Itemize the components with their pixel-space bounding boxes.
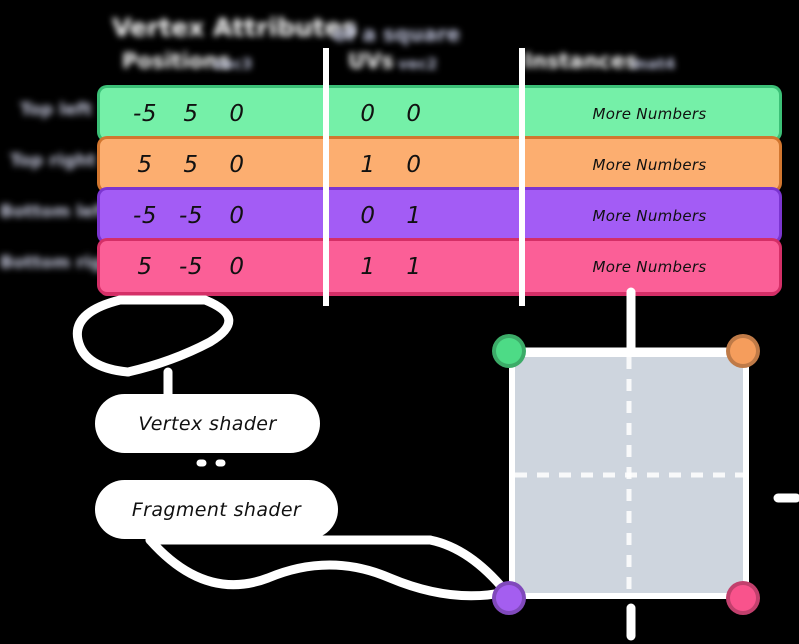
value-x: 5 [137, 253, 153, 280]
quad-diagram [470, 320, 799, 644]
quad-axis-vertical [626, 357, 632, 593]
cell-uv: 0 1 [345, 190, 525, 241]
column-badge-positions: vec3 [213, 55, 253, 73]
table-row[interactable]: -5 -5 0 0 1 More Numbers [100, 190, 779, 241]
table-row[interactable]: -5 5 0 0 0 More Numbers [100, 88, 779, 139]
page-subtitle: of a square [333, 22, 461, 46]
more-numbers-label: More Numbers [592, 155, 707, 174]
more-numbers-label: More Numbers [592, 257, 707, 276]
quad-corner-bottom-right[interactable] [726, 581, 760, 615]
vertex-shader-node[interactable]: Vertex shader [95, 394, 320, 453]
row-label-top-left: Top left [20, 100, 92, 120]
row-label-top-right: Top right [10, 151, 96, 171]
value-x: -5 [133, 100, 157, 127]
row-label-bottom-left: Bottom left [0, 202, 110, 222]
quad-corner-top-right[interactable] [726, 334, 760, 368]
quad-face [509, 351, 749, 599]
cell-instances: More Numbers [520, 139, 779, 190]
value-u: 1 [360, 253, 376, 280]
value-z: 0 [229, 202, 245, 229]
value-z: 0 [229, 100, 245, 127]
value-x: 5 [137, 151, 153, 178]
quad-corner-bottom-left[interactable] [492, 581, 526, 615]
cell-instances: More Numbers [520, 241, 779, 292]
value-y: 5 [183, 100, 199, 127]
value-y: -5 [179, 253, 203, 280]
page-title: Vertex Attributes [112, 13, 357, 42]
value-y: -5 [179, 202, 203, 229]
column-divider-2 [519, 48, 525, 306]
cell-position: 5 5 0 [122, 139, 322, 190]
cell-uv: 1 1 [345, 241, 525, 292]
column-badge-uvs: vec2 [398, 55, 438, 73]
cell-uv: 0 0 [345, 88, 525, 139]
value-z: 0 [229, 253, 245, 280]
table-row[interactable]: 5 5 0 1 0 More Numbers [100, 139, 779, 190]
value-v: 0 [406, 100, 422, 127]
value-v: 1 [406, 253, 422, 280]
column-header-instances: Instances [524, 49, 638, 73]
cell-position: -5 5 0 [122, 88, 322, 139]
cell-instances: More Numbers [520, 190, 779, 241]
value-u: 0 [360, 202, 376, 229]
more-numbers-label: More Numbers [592, 206, 707, 225]
value-v: 0 [406, 151, 422, 178]
diagram-canvas: Vertex Attributes of a square Positions … [0, 0, 799, 644]
value-v: 1 [406, 202, 422, 229]
column-header-uvs: UVs [348, 49, 394, 73]
cell-uv: 1 0 [345, 139, 525, 190]
table-row[interactable]: 5 -5 0 1 1 More Numbers [100, 241, 779, 292]
more-numbers-label: More Numbers [592, 104, 707, 123]
row-label-bottom-right: Bottom right [0, 253, 123, 273]
value-u: 1 [360, 151, 376, 178]
cell-position: -5 -5 0 [122, 190, 322, 241]
fragment-shader-node[interactable]: Fragment shader [95, 480, 338, 539]
column-divider-1 [323, 48, 329, 306]
value-z: 0 [229, 151, 245, 178]
value-y: 5 [183, 151, 199, 178]
quad-corner-top-left[interactable] [492, 334, 526, 368]
value-x: -5 [133, 202, 157, 229]
cell-instances: More Numbers [520, 88, 779, 139]
column-badge-instances: mat4 [632, 55, 676, 73]
cell-position: 5 -5 0 [122, 241, 322, 292]
value-u: 0 [360, 100, 376, 127]
